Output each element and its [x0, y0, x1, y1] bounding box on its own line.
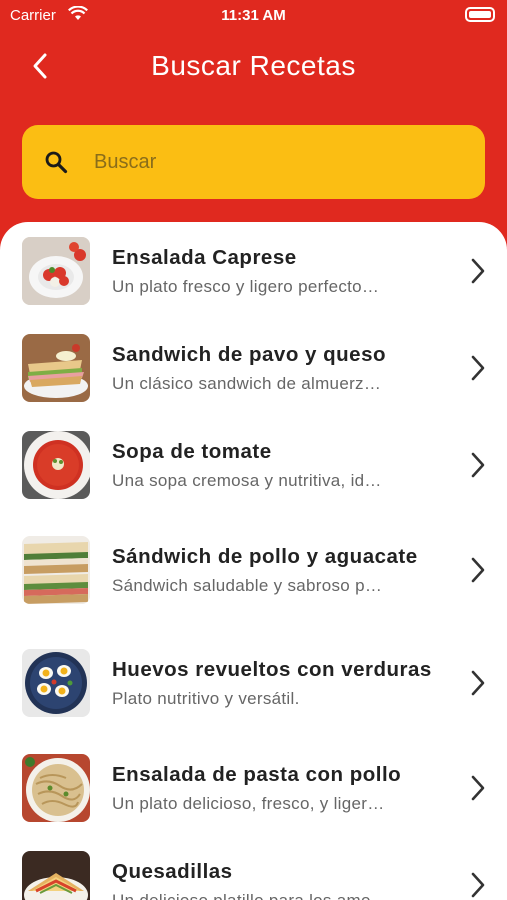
- recipe-item-sopa-tomate[interactable]: Sopa de tomate Una sopa cremosa y nutrit…: [0, 416, 507, 513]
- search-bar[interactable]: [22, 125, 485, 199]
- status-time: 11:31 AM: [221, 7, 286, 24]
- chevron-right-icon: [455, 870, 485, 900]
- page-title: Buscar Recetas: [151, 50, 356, 81]
- battery-icon: [465, 7, 495, 22]
- recipe-description: Plato nutritivo y versátil.: [112, 688, 300, 708]
- recipe-title: Quesadillas: [112, 859, 233, 883]
- recipe-description: Un plato delicioso, fresco, y liger…: [112, 793, 385, 813]
- recipe-thumbnail: [22, 430, 90, 499]
- recipe-description: Un delicioso platillo para los amo…: [112, 890, 389, 900]
- recipe-thumbnail: [22, 535, 90, 604]
- chevron-right-icon: [455, 555, 485, 585]
- recipe-description: Sándwich saludable y sabroso p…: [112, 575, 383, 595]
- chevron-right-icon: [455, 668, 485, 698]
- recipe-title: Ensalada de pasta con pollo: [112, 762, 402, 786]
- recipe-description: Un clásico sandwich de almuerz…: [112, 373, 382, 393]
- recipe-thumbnail: [22, 648, 90, 717]
- recipe-thumbnail: [22, 236, 90, 305]
- recipe-title: Sándwich de pollo y aguacate: [112, 544, 418, 568]
- recipe-thumbnail: [22, 753, 90, 822]
- recipe-thumbnail: [22, 333, 90, 402]
- chevron-right-icon: [455, 353, 485, 383]
- chevron-right-icon: [455, 773, 485, 803]
- recipe-list: Ensalada Caprese Un plato fresco y liger…: [0, 222, 507, 900]
- recipe-title: Ensalada Caprese: [112, 245, 297, 269]
- recipe-item-huevos-revueltos[interactable]: Huevos revueltos con verduras Plato nutr…: [0, 626, 507, 739]
- chevron-right-icon: [455, 256, 485, 286]
- recipe-item-ensalada-caprese[interactable]: Ensalada Caprese Un plato fresco y liger…: [0, 222, 507, 319]
- recipe-title: Sandwich de pavo y queso: [112, 342, 387, 366]
- recipe-thumbnail: [22, 850, 90, 900]
- header: Buscar Recetas: [0, 32, 507, 102]
- recipe-item-sandwich-pavo-queso[interactable]: Sandwich de pavo y queso Un clásico sand…: [0, 319, 507, 416]
- recipe-title: Sopa de tomate: [112, 439, 272, 463]
- chevron-right-icon: [455, 450, 485, 480]
- search-input[interactable]: [94, 150, 454, 174]
- recipe-description: Un plato fresco y ligero perfecto…: [112, 276, 380, 296]
- recipe-description: Una sopa cremosa y nutritiva, id…: [112, 470, 382, 490]
- recipe-item-sandwich-pollo-aguacate[interactable]: Sándwich de pollo y aguacate Sándwich sa…: [0, 513, 507, 626]
- search-icon: [42, 148, 70, 176]
- recipe-item-ensalada-pasta-pollo[interactable]: Ensalada de pasta con pollo Un plato del…: [0, 739, 507, 836]
- recipe-item-quesadillas[interactable]: Quesadillas Un delicioso platillo para l…: [0, 836, 507, 900]
- recipe-title: Huevos revueltos con verduras: [112, 657, 432, 681]
- status-bar: Carrier 11:31 AM: [0, 0, 507, 32]
